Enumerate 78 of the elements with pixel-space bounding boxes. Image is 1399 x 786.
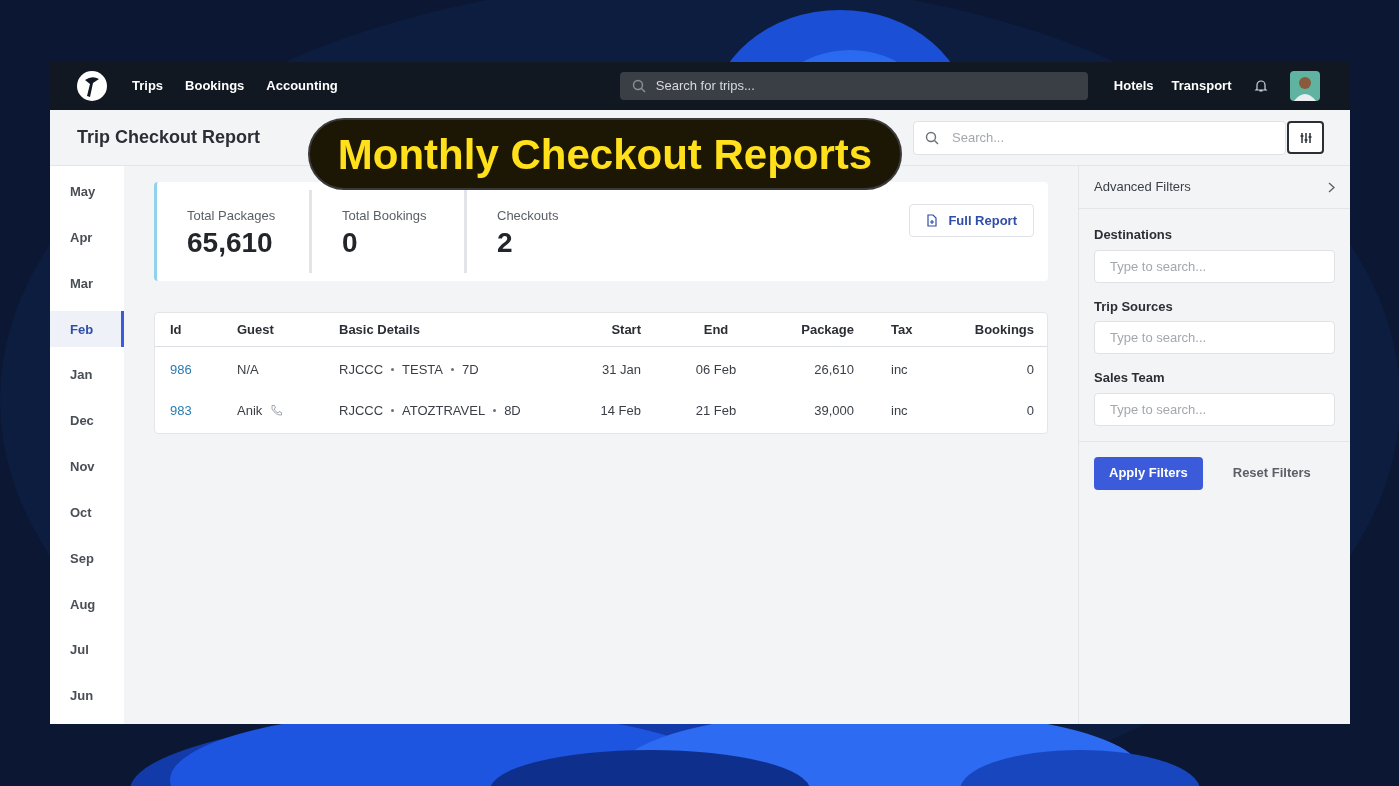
table-cell-text: inc <box>890 360 909 379</box>
table-cell-text: 31 Jan <box>600 360 641 379</box>
column-header[interactable]: Package <box>791 319 854 340</box>
column-header[interactable]: Id <box>170 319 237 340</box>
table-cell-text: 0 <box>1025 360 1034 379</box>
detail-text: TESTA <box>402 360 443 379</box>
column-header[interactable]: End <box>641 319 791 340</box>
column-header[interactable]: Basic Details <box>339 319 569 340</box>
table-cell-text: 21 Feb <box>694 401 738 420</box>
title-banner: Monthly Checkout Reports <box>308 118 902 190</box>
detail-text: RJCCC <box>339 360 384 379</box>
stat-label: Checkouts <box>497 207 560 225</box>
detail-text: 8D <box>504 401 521 420</box>
stat-label: Total Bookings <box>342 207 428 225</box>
month-tab[interactable]: Feb <box>50 311 124 348</box>
filter-button[interactable] <box>1287 121 1324 154</box>
field-label: Trip Sources <box>1094 297 1174 316</box>
nav-link[interactable]: Accounting <box>266 76 338 96</box>
table-cell-text: 14 Feb <box>599 401 641 420</box>
month-tab[interactable]: Dec <box>50 403 124 439</box>
input-field[interactable]: Type to search... <box>1094 249 1335 283</box>
search-field[interactable]: Search... <box>913 120 1286 155</box>
table-cell-text: N/A <box>237 360 259 379</box>
logo-icon[interactable] <box>76 70 108 102</box>
month-tab[interactable]: Oct <box>50 494 124 531</box>
month-tab[interactable]: Jul <box>50 632 124 669</box>
search-field[interactable]: Search for trips... <box>619 72 1088 100</box>
nav-link[interactable]: Trips <box>132 76 164 96</box>
month-tab[interactable]: Aug <box>50 586 124 623</box>
table-cell-text: 26,610 <box>813 360 854 379</box>
month-tab[interactable]: Jan <box>50 357 124 394</box>
nav-link[interactable]: Bookings <box>185 76 245 96</box>
detail-text: 7D <box>462 360 479 379</box>
stat-label: Total Packages <box>187 207 277 225</box>
search-icon <box>925 130 939 145</box>
table-cell-text: Anik <box>237 401 263 420</box>
trip-id-link[interactable]: 986 <box>170 359 237 380</box>
chevron-right-icon <box>1328 181 1335 193</box>
stat-value: 0 <box>342 225 359 260</box>
apply-filters-button[interactable]: Apply Filters <box>1094 456 1203 490</box>
document-icon <box>926 214 939 227</box>
month-tab[interactable]: Apr <box>50 219 124 256</box>
column-header[interactable]: Bookings <box>934 319 1034 340</box>
page-title: Trip Checkout Report <box>77 126 261 149</box>
reset-filters-button[interactable]: Reset Filters <box>1232 463 1311 483</box>
month-tab[interactable]: Sep <box>50 540 124 577</box>
bell-icon[interactable] <box>1253 79 1268 93</box>
detail-text: ATOZTRAVEL <box>402 401 486 420</box>
field-label: Destinations <box>1094 226 1173 244</box>
month-tab[interactable]: Nov <box>50 448 124 485</box>
stat-value: 2 <box>497 225 514 260</box>
dot-separator <box>391 368 395 371</box>
trip-id-link[interactable]: 983 <box>170 400 237 421</box>
avatar-icon[interactable] <box>1289 71 1320 101</box>
search-icon <box>631 79 646 93</box>
advanced-filters-header[interactable]: Advanced Filters <box>1079 166 1350 209</box>
month-tab[interactable]: Jun <box>50 678 124 714</box>
month-tab[interactable]: Mar <box>50 265 124 302</box>
sliders-icon <box>1299 131 1312 144</box>
table-cell-text: 0 <box>1025 401 1034 420</box>
nav-link[interactable]: Transport <box>1171 76 1232 96</box>
month-tab[interactable]: May <box>50 174 124 210</box>
dot-separator <box>493 409 497 412</box>
dot-separator <box>391 409 395 412</box>
nav-link[interactable]: Hotels <box>1113 76 1154 96</box>
table-cell-text: 39,000 <box>813 401 854 420</box>
column-header[interactable]: Start <box>569 319 641 340</box>
input-field[interactable]: Type to search... <box>1094 392 1335 426</box>
full-report-button[interactable]: Full Report <box>909 204 1034 237</box>
detail-text: RJCCC <box>339 401 384 420</box>
dot-separator <box>451 368 454 371</box>
table-cell-text: inc <box>890 401 909 420</box>
column-header[interactable]: Tax <box>854 319 934 340</box>
table-cell-text: 06 Feb <box>694 360 738 379</box>
input-field[interactable]: Type to search... <box>1094 321 1335 354</box>
field-label: Sales Team <box>1094 369 1166 387</box>
stat-value: 65,610 <box>187 225 274 260</box>
column-header[interactable]: Guest <box>237 319 339 340</box>
